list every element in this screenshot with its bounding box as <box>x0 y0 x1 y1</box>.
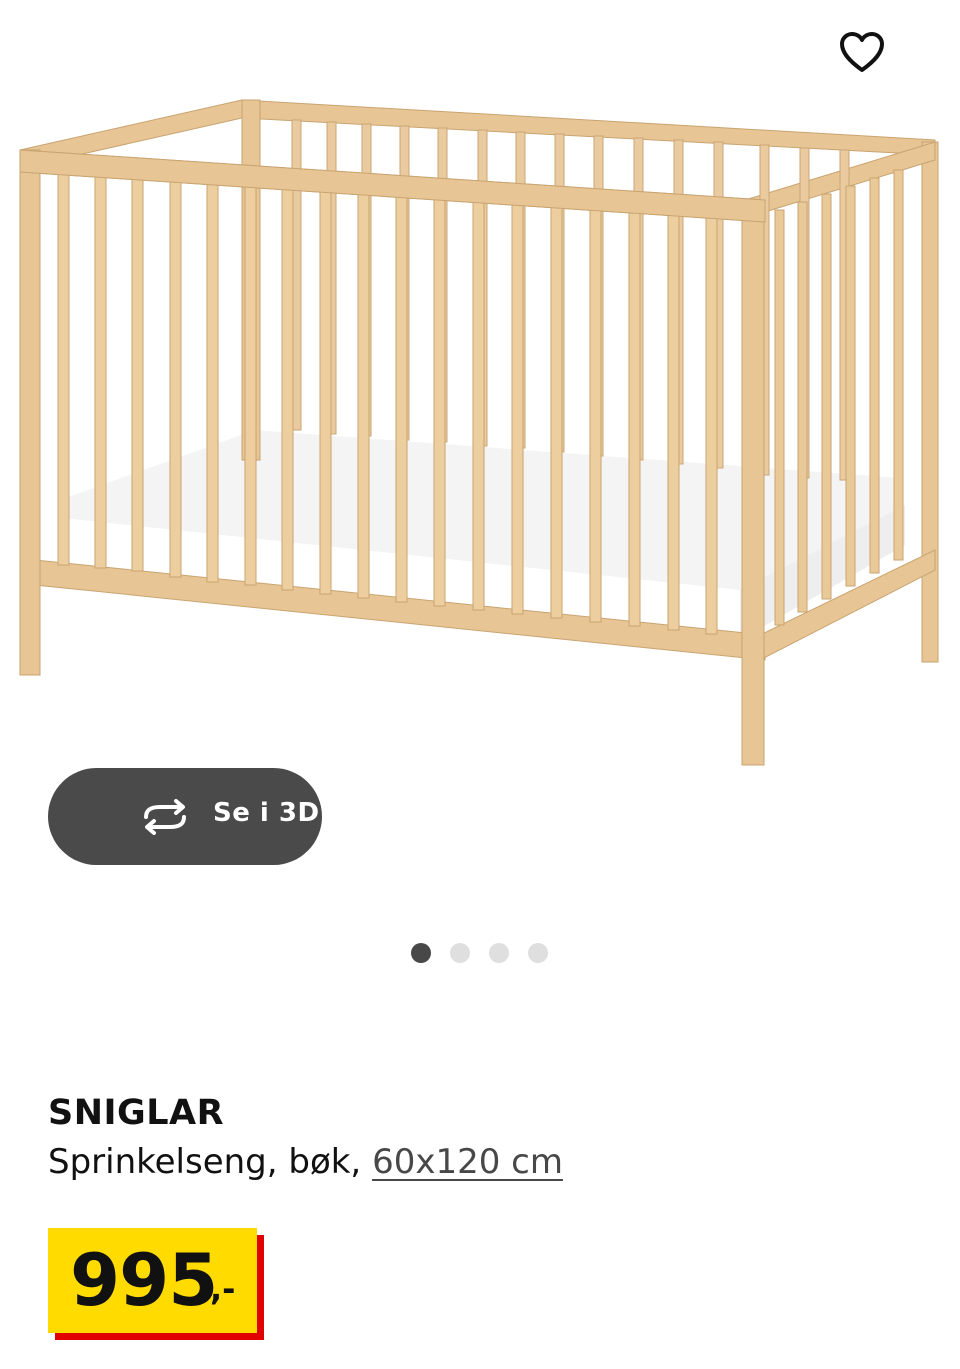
price-decimal: ,- <box>210 1270 236 1308</box>
product-image-gallery[interactable]: Se i 3D <box>0 0 960 963</box>
view-in-3d-button[interactable]: Se i 3D <box>48 768 322 865</box>
carousel-dot-1[interactable] <box>411 943 431 963</box>
carousel-pagination <box>411 943 548 963</box>
rotate-arrows-icon <box>144 799 186 835</box>
carousel-dot-4[interactable] <box>528 943 548 963</box>
heart-outline-icon <box>840 32 884 72</box>
crib-product-image <box>19 99 939 766</box>
carousel-dot-3[interactable] <box>489 943 509 963</box>
carousel-dot-2[interactable] <box>450 943 470 963</box>
price-tag: 995 ,- <box>48 1228 257 1333</box>
product-description-text: Sprinkelseng, bøk, <box>48 1142 362 1182</box>
size-link[interactable]: 60x120 cm <box>372 1142 563 1182</box>
price-integer: 995 <box>70 1238 218 1322</box>
product-name: SNIGLAR <box>48 1093 225 1133</box>
view-in-3d-label: Se i 3D <box>213 798 320 828</box>
favorite-button[interactable] <box>832 22 892 82</box>
product-description: Sprinkelseng, bøk, 60x120 cm <box>48 1142 563 1182</box>
